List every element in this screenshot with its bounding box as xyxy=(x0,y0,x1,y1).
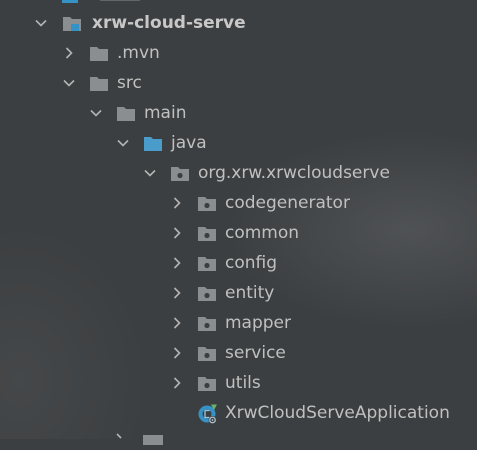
folder-icon xyxy=(90,77,108,91)
chevron-right-icon[interactable] xyxy=(171,377,183,389)
package-icon xyxy=(198,347,216,361)
tree-item-xrw-cloud-serve[interactable]: xrw-cloud-serve xyxy=(0,8,477,38)
folder-icon xyxy=(117,107,135,121)
tree-item-label: service xyxy=(225,343,286,363)
partial-row-bottom xyxy=(110,430,230,445)
package-icon xyxy=(198,377,216,391)
chevron-right-icon[interactable] xyxy=(171,287,183,299)
tree-item-org-xrw-xrwcloudserve[interactable]: org.xrw.xrwcloudserve xyxy=(0,158,477,188)
tree-item-label: config xyxy=(225,253,278,273)
tree-item-mvn[interactable]: .mvn xyxy=(0,38,477,68)
tree-item-label: main xyxy=(144,103,187,123)
tree-item-label: entity xyxy=(225,283,275,303)
tree-item-xrwcloudserveapplication[interactable]: XrwCloudServeApplication xyxy=(0,398,477,428)
source-folder-icon xyxy=(144,137,162,151)
package-icon xyxy=(198,227,216,241)
package-icon xyxy=(198,197,216,211)
tree-item-src[interactable]: src xyxy=(0,68,477,98)
tree-item-label: org.xrw.xrwcloudserve xyxy=(198,163,390,183)
tree-item-label: XrwCloudServeApplication xyxy=(225,403,450,423)
chevron-right-icon[interactable] xyxy=(63,47,75,59)
partial-row-top xyxy=(40,0,160,4)
tree-item-java[interactable]: java xyxy=(0,128,477,158)
tree-item-label: java xyxy=(171,133,207,153)
tree-item-label: src xyxy=(117,73,142,93)
project-tree: xrw-cloud-serve .mvn src main java org.x… xyxy=(0,0,477,445)
tree-item-service[interactable]: service xyxy=(0,338,477,368)
tree-item-label: .mvn xyxy=(117,43,160,63)
folder-icon xyxy=(90,47,108,61)
tree-item-common[interactable]: common xyxy=(0,218,477,248)
chevron-right-icon[interactable] xyxy=(171,317,183,329)
package-icon xyxy=(198,317,216,331)
package-icon xyxy=(171,167,189,181)
tree-item-main[interactable]: main xyxy=(0,98,477,128)
package-icon xyxy=(198,257,216,271)
tree-item-mapper[interactable]: mapper xyxy=(0,308,477,338)
chevron-down-icon[interactable] xyxy=(144,167,156,179)
chevron-right-icon[interactable] xyxy=(171,227,183,239)
project-folder-icon xyxy=(63,17,81,31)
tree-item-entity[interactable]: entity xyxy=(0,278,477,308)
chevron-right-icon[interactable] xyxy=(171,257,183,269)
tree-item-label: xrw-cloud-serve xyxy=(92,13,246,33)
chevron-down-icon[interactable] xyxy=(117,137,129,149)
tree-item-config[interactable]: config xyxy=(0,248,477,278)
tree-item-codegenerator[interactable]: codegenerator xyxy=(0,188,477,218)
chevron-right-icon[interactable] xyxy=(171,347,183,359)
tree-item-label: common xyxy=(225,223,300,243)
tree-item-label: codegenerator xyxy=(225,193,350,213)
chevron-down-icon[interactable] xyxy=(35,17,47,29)
package-icon xyxy=(198,287,216,301)
chevron-down-icon[interactable] xyxy=(63,77,75,89)
chevron-down-icon[interactable] xyxy=(90,107,102,119)
spring-boot-class-icon xyxy=(198,404,217,424)
tree-item-label: utils xyxy=(225,373,261,393)
tree-item-utils[interactable]: utils xyxy=(0,368,477,398)
tree-item-label: mapper xyxy=(225,313,292,333)
chevron-right-icon[interactable] xyxy=(171,197,183,209)
